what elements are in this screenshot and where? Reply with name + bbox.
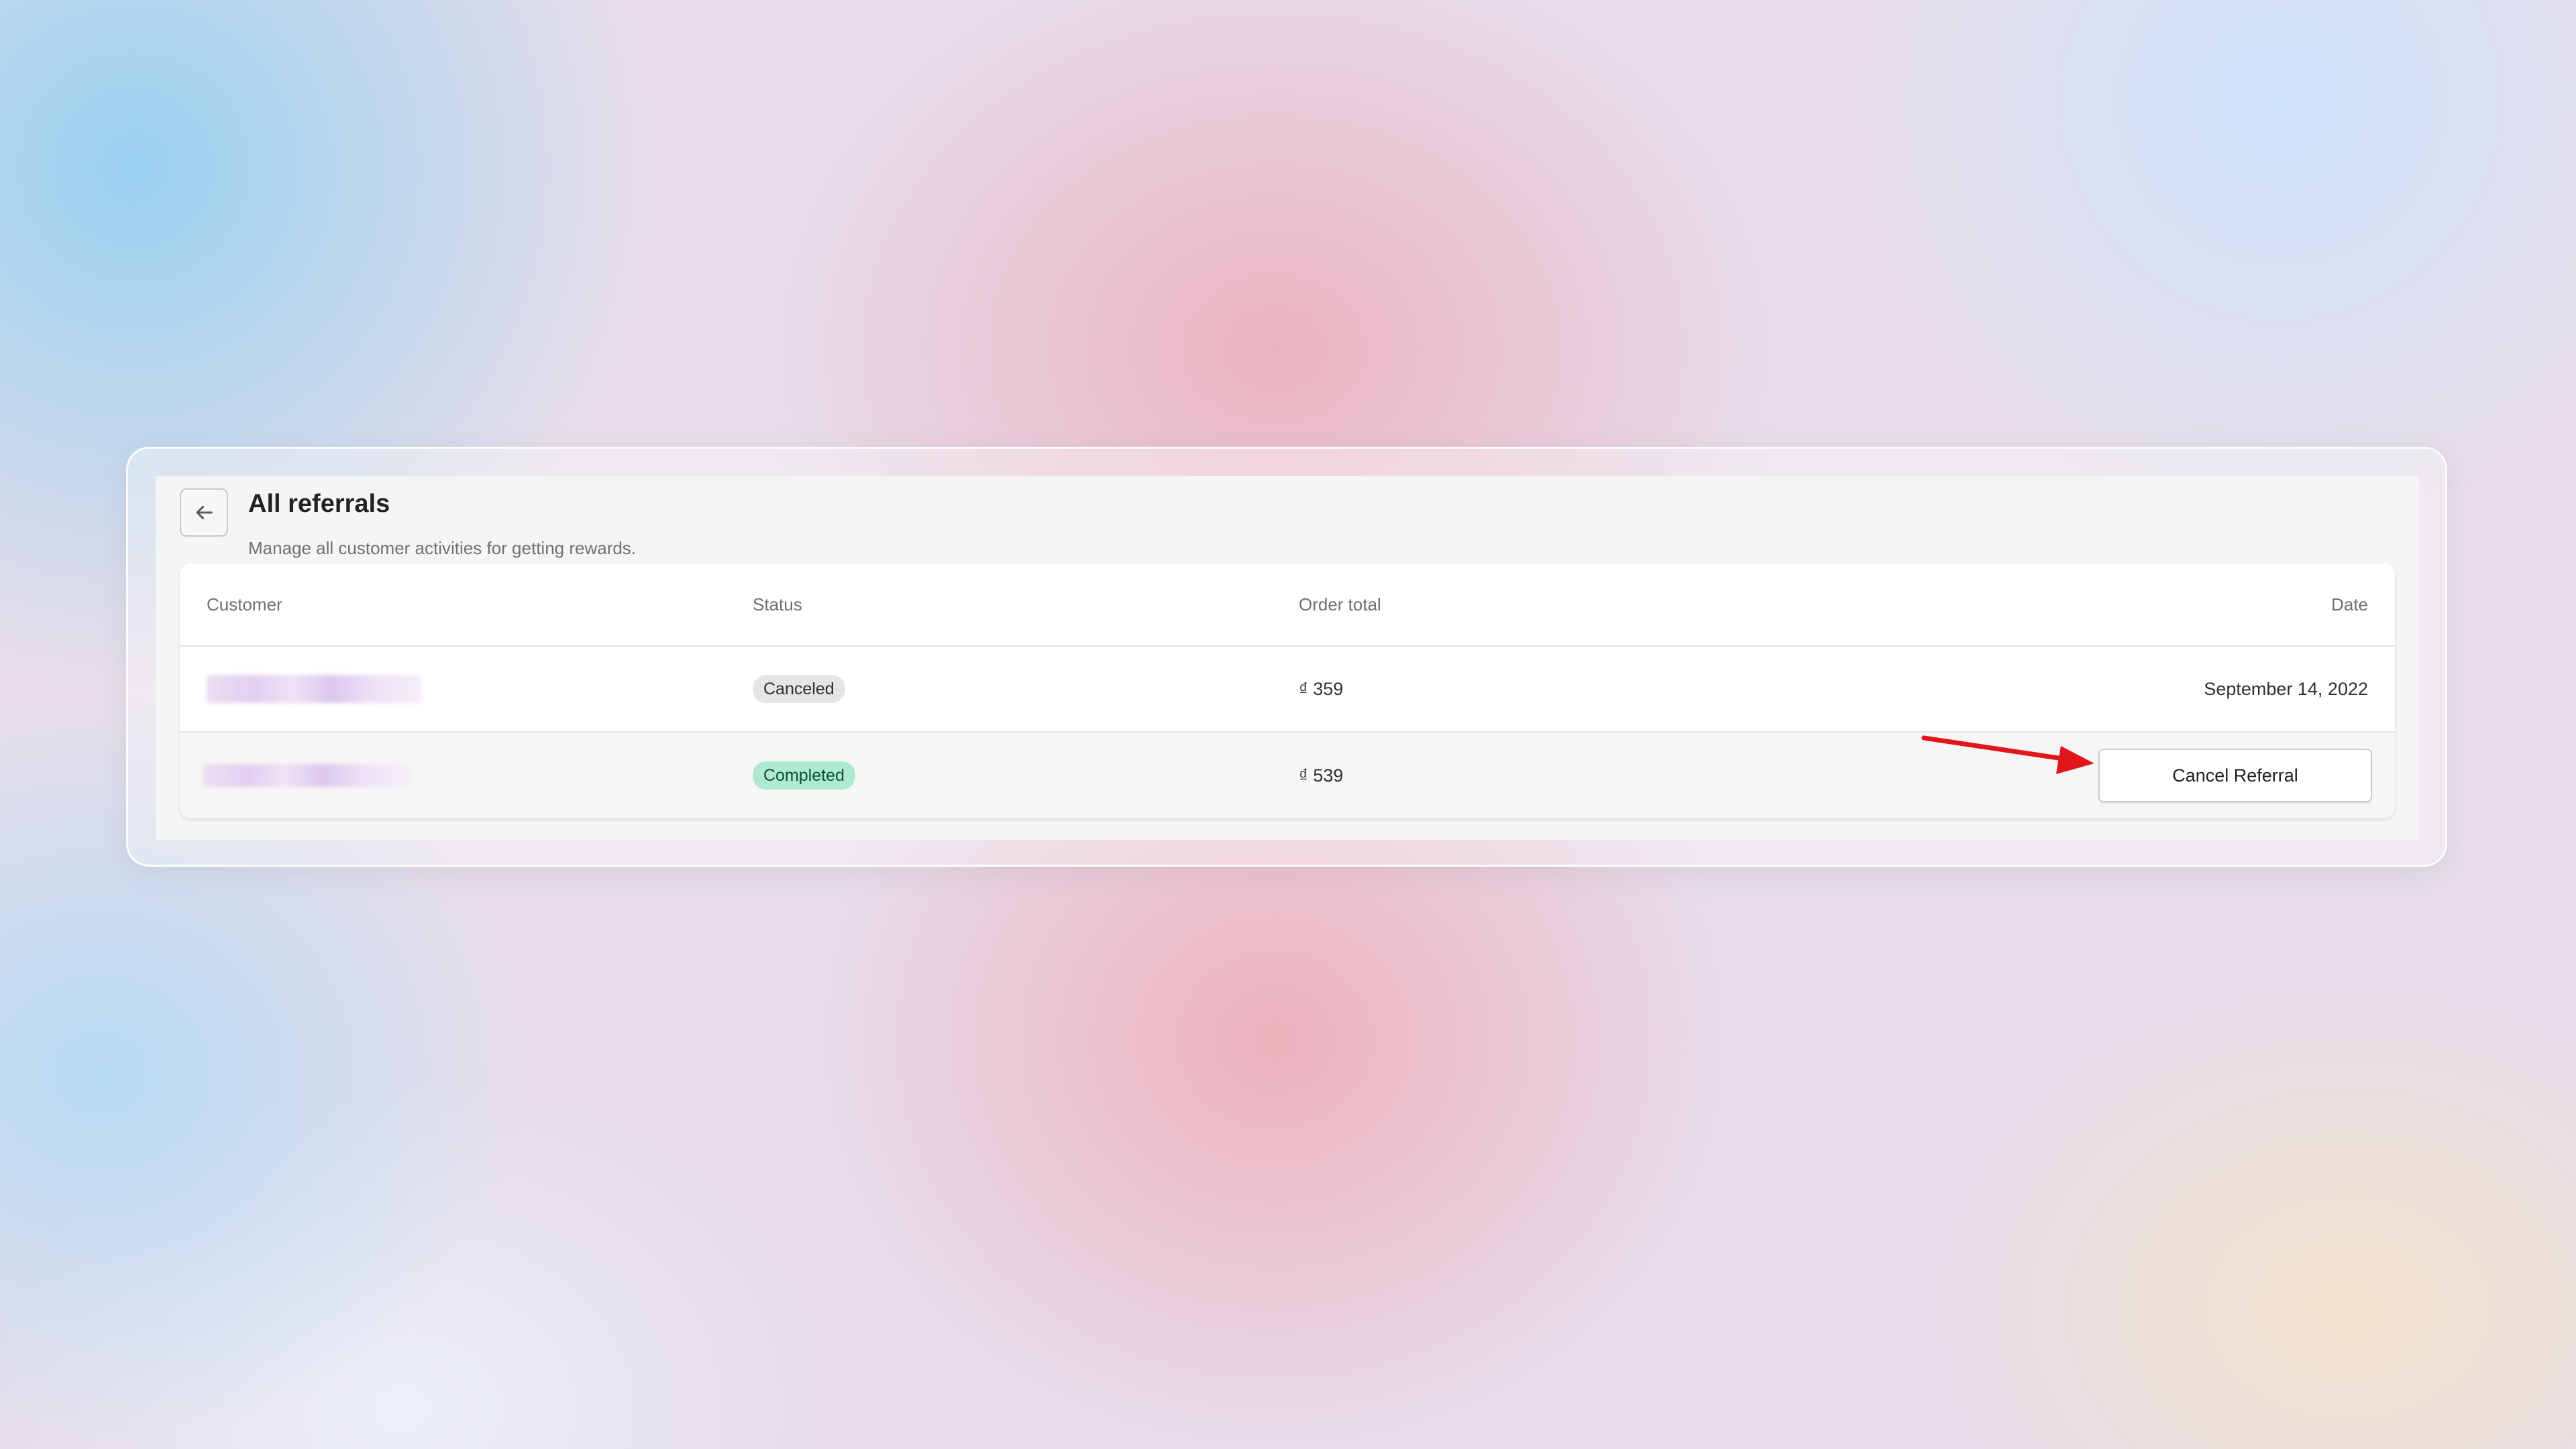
arrow-left-icon — [196, 505, 213, 520]
customer-cell — [207, 647, 421, 731]
date-cell: September 14, 2022 — [2204, 678, 2368, 699]
column-header-order-total: Order total — [1299, 594, 1381, 614]
page-title: All referrals — [248, 490, 390, 518]
table-header-row: Customer Status Order total Date — [180, 564, 2395, 647]
referrals-table: Customer Status Order total Date Cancele… — [180, 564, 2395, 818]
column-header-date: Date — [2331, 594, 2368, 614]
status-cell: Canceled — [753, 647, 845, 731]
order-total-cell: ₫ 539 — [1299, 765, 1344, 786]
table-row[interactable]: Canceled ₫ 359 September 14, 2022 — [180, 647, 2395, 733]
order-total-cell: ₫ 359 — [1299, 678, 1344, 699]
status-badge: Completed — [753, 761, 855, 790]
status-badge: Canceled — [753, 675, 845, 703]
referrals-page: All referrals Manage all customer activi… — [156, 476, 2419, 840]
page-subtitle: Manage all customer activities for getti… — [248, 538, 637, 558]
redacted-customer-name — [203, 764, 409, 787]
redacted-customer-name — [207, 675, 421, 703]
back-button[interactable] — [180, 488, 228, 537]
status-cell: Completed — [753, 733, 855, 818]
column-header-status: Status — [753, 594, 802, 614]
cancel-referral-button[interactable]: Cancel Referral — [2098, 749, 2372, 802]
red-arrow-icon — [1921, 735, 2094, 774]
column-header-customer: Customer — [207, 594, 282, 614]
customer-cell — [203, 733, 409, 818]
